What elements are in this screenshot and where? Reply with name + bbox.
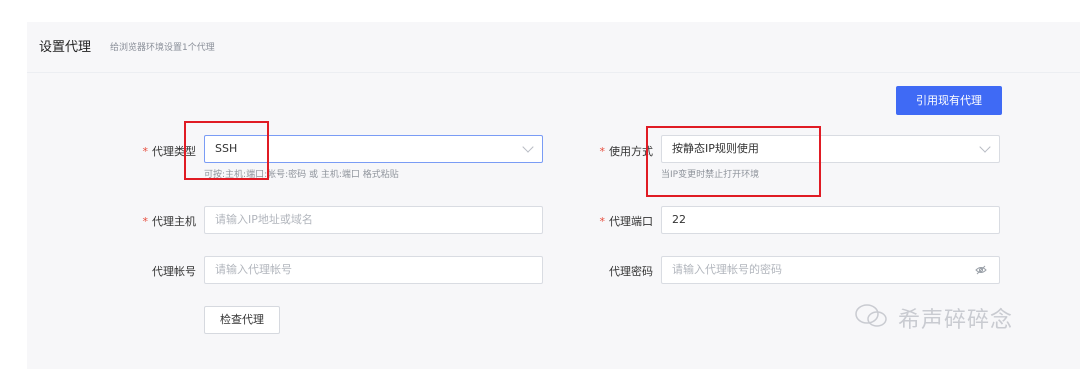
- proxy-account-input[interactable]: 请输入代理帐号: [204, 256, 543, 284]
- proxy-account-placeholder: 请输入代理帐号: [215, 263, 292, 276]
- header-divider: [27, 72, 1080, 73]
- required-mark: *: [142, 145, 149, 158]
- highlight-box-proxy-type: [184, 121, 269, 180]
- proxy-host-placeholder: 请输入IP地址或域名: [215, 213, 313, 226]
- proxy-password-input[interactable]: 请输入代理帐号的密码: [661, 256, 1000, 284]
- use-existing-proxy-button[interactable]: 引用现有代理: [896, 86, 1002, 115]
- top-strip: [27, 0, 1080, 22]
- required-mark: *: [599, 145, 606, 158]
- chevron-down-icon: [522, 141, 534, 153]
- highlight-box-usage-mode: [646, 126, 821, 197]
- eye-off-icon[interactable]: [975, 265, 987, 275]
- chevron-down-icon: [979, 141, 991, 153]
- required-mark: *: [599, 215, 606, 228]
- proxy-account-label: 代理帐号: [152, 265, 196, 278]
- proxy-host-input[interactable]: 请输入IP地址或域名: [204, 206, 543, 234]
- proxy-password-label: 代理密码: [609, 265, 653, 278]
- section-title: 设置代理: [39, 40, 92, 55]
- proxy-password-placeholder: 请输入代理帐号的密码: [672, 263, 782, 276]
- section-subtitle: 给浏览器环境设置1个代理: [110, 43, 215, 53]
- proxy-port-label-text: 代理端口: [609, 215, 653, 228]
- proxy-host-label: * 代理主机: [120, 213, 197, 229]
- proxy-port-label: * 代理端口: [578, 213, 654, 229]
- check-proxy-button[interactable]: 检查代理: [204, 306, 280, 334]
- usage-mode-label: * 使用方式: [578, 143, 654, 159]
- proxy-host-label-text: 代理主机: [152, 215, 196, 228]
- required-mark: *: [142, 215, 149, 228]
- wechat-icon: [855, 304, 887, 327]
- left-gutter: [0, 0, 27, 369]
- watermark-text: 希声碎碎念: [898, 308, 1014, 333]
- proxy-port-value: 22: [672, 213, 686, 226]
- proxy-port-input[interactable]: 22: [661, 206, 1000, 234]
